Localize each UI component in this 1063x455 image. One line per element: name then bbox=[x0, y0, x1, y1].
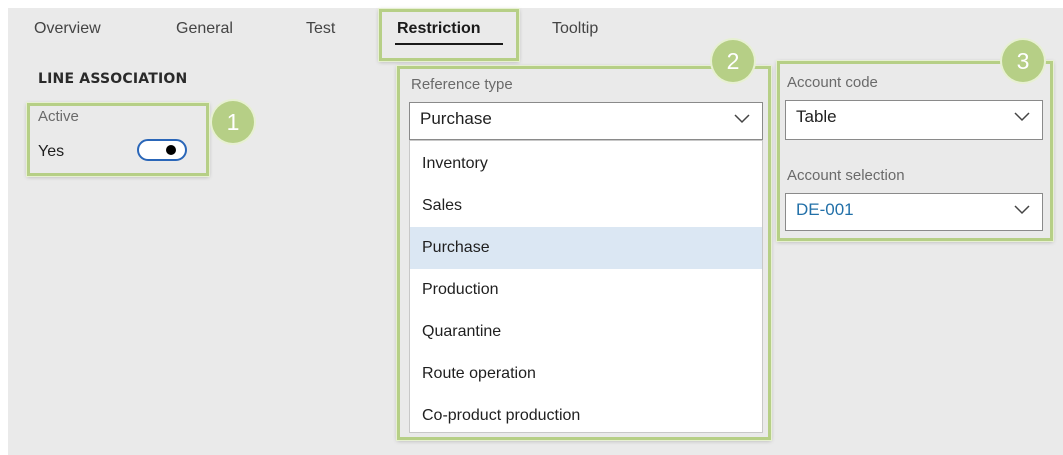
reference-type-value: Purchase bbox=[420, 109, 492, 128]
heading-strip bbox=[0, 0, 1063, 8]
callout-badge-3: 3 bbox=[1002, 40, 1044, 82]
active-value: Yes bbox=[38, 143, 65, 160]
tab-overview[interactable]: Overview bbox=[34, 20, 101, 38]
dropdown-option-production[interactable]: Production bbox=[410, 269, 762, 311]
dropdown-option-inventory[interactable]: Inventory bbox=[410, 143, 762, 185]
reference-type-dropdown-list: Inventory Sales Purchase Production Quar… bbox=[409, 140, 763, 433]
account-selection-label: Account selection bbox=[787, 167, 905, 184]
account-code-value: Table bbox=[796, 107, 837, 126]
restriction-tab-highlight bbox=[379, 9, 519, 61]
dropdown-option-route-operation[interactable]: Route operation bbox=[410, 353, 762, 395]
reference-type-select[interactable]: Purchase bbox=[409, 102, 763, 140]
account-code-select[interactable]: Table bbox=[785, 100, 1043, 140]
toggle-knob bbox=[166, 145, 176, 155]
tab-general[interactable]: General bbox=[176, 20, 233, 38]
dropdown-option-sales[interactable]: Sales bbox=[410, 185, 762, 227]
tab-tooltip[interactable]: Tooltip bbox=[552, 20, 598, 38]
account-selection-value: DE-001 bbox=[796, 200, 854, 219]
chevron-down-icon bbox=[1014, 112, 1030, 122]
section-title-line-association: LINE ASSOCIATION bbox=[38, 71, 188, 87]
callout-badge-1: 1 bbox=[212, 101, 254, 143]
chevron-down-icon bbox=[734, 114, 750, 124]
account-code-label: Account code bbox=[787, 74, 878, 91]
dropdown-option-purchase[interactable]: Purchase bbox=[410, 227, 762, 269]
callout-badge-2: 2 bbox=[712, 40, 754, 82]
dropdown-option-co-product-production[interactable]: Co-product production bbox=[410, 395, 762, 437]
account-selection-select[interactable]: DE-001 bbox=[785, 193, 1043, 231]
tab-test[interactable]: Test bbox=[306, 20, 335, 38]
reference-type-label: Reference type bbox=[411, 76, 513, 93]
chevron-down-icon bbox=[1014, 205, 1030, 215]
dropdown-option-quarantine[interactable]: Quarantine bbox=[410, 311, 762, 353]
active-toggle[interactable] bbox=[137, 139, 187, 161]
active-label: Active bbox=[38, 108, 79, 125]
